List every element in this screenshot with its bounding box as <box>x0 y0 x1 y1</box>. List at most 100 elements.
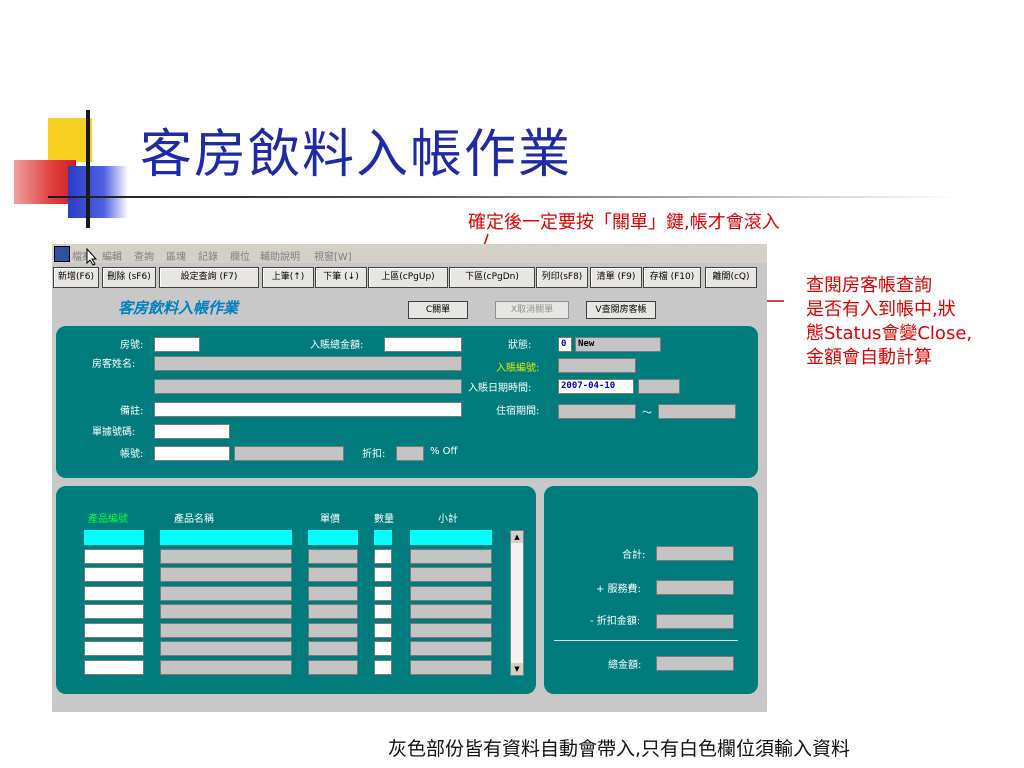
delete-button[interactable]: 刪除 (sF6) <box>102 267 156 288</box>
menu-field[interactable]: 欄位 <box>230 248 250 263</box>
subtotal-cell <box>410 641 492 656</box>
product-code-cell[interactable] <box>84 622 144 638</box>
stay-from-field <box>558 404 636 419</box>
quantity-cell[interactable] <box>374 585 392 601</box>
product-name-cell <box>160 585 292 601</box>
discount-amount-field <box>656 614 734 629</box>
quantity-cell[interactable] <box>374 604 392 619</box>
product-name-cell <box>160 548 292 564</box>
account-field[interactable] <box>154 446 230 461</box>
guest-name-label: 房客姓名: <box>92 359 136 370</box>
entry-no-label: 入賬編號: <box>496 363 540 374</box>
product-name-cell <box>160 604 292 619</box>
quantity-cell[interactable] <box>374 548 392 564</box>
menu-bar: 檔案 編輯 查詢 區塊 記錄 欄位 輔助說明 視窗[W] <box>52 244 767 266</box>
product-code-cell[interactable] <box>84 548 144 564</box>
detail-scrollbar[interactable]: ▲ ▼ <box>510 530 524 676</box>
discount-field <box>396 446 424 461</box>
list-button[interactable]: 清單 (F9) <box>590 267 642 288</box>
entry-date-field: 2007-04-10 <box>558 379 634 394</box>
scroll-down-icon[interactable]: ▼ <box>511 663 523 675</box>
prev-block-button[interactable]: 上區(cPgUp) <box>368 267 448 288</box>
app-window: 檔案 編輯 查詢 區塊 記錄 欄位 輔助說明 視窗[W] 新增(F6) 刪除 (… <box>52 244 767 712</box>
quantity-cell[interactable] <box>374 622 392 638</box>
scroll-up-icon[interactable]: ▲ <box>511 531 523 543</box>
discount-amount-label: - 折扣金額: <box>590 616 641 627</box>
subtotal-cell <box>410 585 492 601</box>
subtotal-label: 合計: <box>622 550 646 561</box>
voucher-no-field[interactable] <box>154 424 230 439</box>
unit-price-cell <box>308 604 358 619</box>
product-code-cell[interactable] <box>84 530 144 545</box>
subtotal-field <box>656 546 734 561</box>
cancel-close-button[interactable]: X取消關單 <box>495 301 569 319</box>
save-button[interactable]: 存檔 (F10) <box>643 267 701 288</box>
subtotal-cell <box>410 530 492 545</box>
unit-price-cell <box>308 548 358 564</box>
product-name-cell <box>160 641 292 656</box>
exit-button[interactable]: 離開(cQ) <box>705 267 757 288</box>
subtotal-cell <box>410 659 492 675</box>
quantity-cell[interactable] <box>374 641 392 656</box>
next-block-button[interactable]: 下區(cPgDn) <box>449 267 535 288</box>
set-query-button[interactable]: 設定查詢 (F7) <box>159 267 259 288</box>
mouse-cursor-icon <box>86 248 98 266</box>
col-product-code: 產品編號 <box>88 514 128 525</box>
menu-query[interactable]: 查詢 <box>134 248 154 263</box>
product-code-cell[interactable] <box>84 641 144 656</box>
grand-total-field <box>656 656 734 671</box>
product-code-cell[interactable] <box>84 567 144 582</box>
menu-help[interactable]: 輔助說明 <box>260 248 300 263</box>
product-name-cell <box>160 659 292 675</box>
close-bill-button[interactable]: C關單 <box>408 301 468 319</box>
grand-total-label: 總金額: <box>608 660 642 671</box>
guest-name-field-2 <box>154 379 462 394</box>
subtotal-cell <box>410 548 492 564</box>
service-charge-field <box>656 580 734 595</box>
subtotal-cell <box>410 567 492 582</box>
status-label: 狀態: <box>508 340 532 351</box>
col-unit-price: 單價 <box>320 514 340 525</box>
discount-unit: % Off <box>430 446 458 457</box>
voucher-no-label: 單據號碼: <box>92 427 136 438</box>
total-amount-field[interactable] <box>384 337 462 352</box>
detail-panel: 產品編號 產品名稱 單價 數量 小計 ▲ ▼ <box>56 486 536 694</box>
quantity-cell[interactable] <box>374 530 392 545</box>
menu-record[interactable]: 記錄 <box>198 248 218 263</box>
print-button[interactable]: 列印(sF8) <box>536 267 588 288</box>
menu-window[interactable]: 視窗[W] <box>314 248 352 263</box>
menu-block[interactable]: 區塊 <box>166 248 186 263</box>
stay-period-label: 住宿期間: <box>496 406 540 417</box>
next-record-button[interactable]: 下筆 (↓) <box>315 267 367 288</box>
product-code-cell[interactable] <box>84 659 144 675</box>
entry-datetime-label: 入賬日期時間: <box>468 383 532 394</box>
quantity-cell[interactable] <box>374 567 392 582</box>
subtotal-cell <box>410 622 492 638</box>
entry-time-field <box>638 379 680 394</box>
col-subtotal: 小計 <box>438 514 458 525</box>
quantity-cell[interactable] <box>374 659 392 675</box>
room-no-field[interactable] <box>154 337 200 352</box>
product-name-cell <box>160 530 292 545</box>
subtotal-cell <box>410 604 492 619</box>
status-code-field: 0 <box>558 337 572 352</box>
stay-to-field <box>658 404 736 419</box>
unit-price-cell <box>308 641 358 656</box>
product-name-cell <box>160 622 292 638</box>
app-icon <box>54 246 70 262</box>
view-room-bill-button[interactable]: V查閱房客帳 <box>586 301 656 319</box>
unit-price-cell <box>308 622 358 638</box>
form-title: 客房飲料入帳作業 <box>118 299 239 317</box>
col-quantity: 數量 <box>374 514 394 525</box>
product-code-cell[interactable] <box>84 585 144 601</box>
product-code-cell[interactable] <box>84 604 144 619</box>
note-field[interactable] <box>154 402 462 417</box>
unit-price-cell <box>308 530 358 545</box>
room-no-label: 房號: <box>120 340 144 351</box>
new-button[interactable]: 新增(F6) <box>53 267 99 288</box>
menu-edit[interactable]: 編輯 <box>102 248 122 263</box>
note-field-label: 備註: <box>120 406 144 417</box>
service-charge-label: + 服務費: <box>596 584 641 595</box>
prev-record-button[interactable]: 上筆(↑) <box>262 267 314 288</box>
status-field: New <box>575 337 661 352</box>
